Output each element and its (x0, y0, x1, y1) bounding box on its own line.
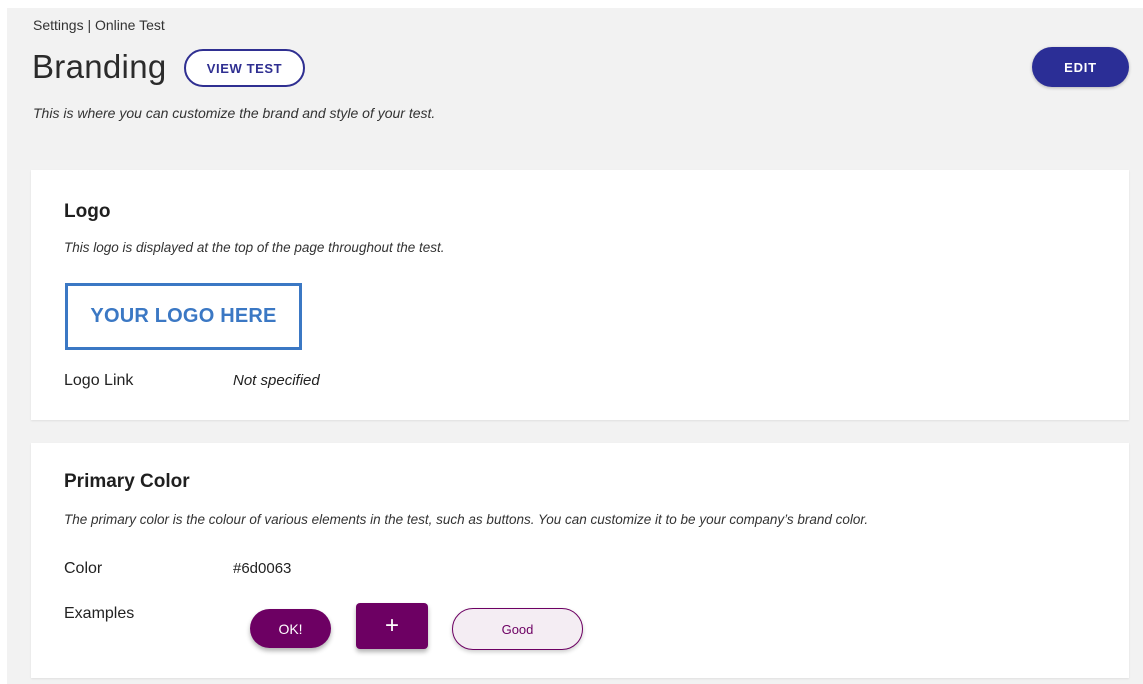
example-add-button[interactable]: + (356, 603, 428, 649)
page-title: Branding (32, 48, 167, 85)
page-container: Settings | Online Test Branding VIEW TES… (7, 8, 1143, 684)
logo-section-description: This logo is displayed at the top of the… (64, 240, 445, 255)
edit-button[interactable]: EDIT (1032, 47, 1129, 87)
page-description: This is where you can customize the bran… (33, 105, 436, 121)
primary-color-section-description: The primary color is the colour of vario… (64, 512, 869, 527)
examples-label: Examples (64, 605, 135, 622)
color-value: #6d0063 (233, 560, 292, 577)
primary-color-section-title: Primary Color (64, 471, 190, 492)
example-good-label: Good (501, 621, 534, 637)
example-ok-button[interactable]: OK! (250, 609, 331, 648)
example-ok-label: OK! (278, 620, 303, 637)
logo-placeholder-text: YOUR LOGO HERE (90, 305, 277, 327)
breadcrumb: Settings | Online Test (33, 17, 165, 33)
logo-placeholder: YOUR LOGO HERE (65, 283, 302, 350)
logo-section-title: Logo (64, 201, 111, 222)
primary-color-card: Primary Color The primary color is the c… (31, 443, 1129, 678)
example-good-button[interactable]: Good (452, 608, 583, 650)
view-test-button[interactable]: VIEW TEST (184, 49, 305, 87)
plus-icon: + (384, 612, 399, 639)
logo-card: Logo This logo is displayed at the top o… (31, 170, 1129, 420)
color-label: Color (64, 560, 103, 577)
logo-link-label: Logo Link (64, 372, 134, 389)
logo-link-value: Not specified (233, 372, 320, 389)
